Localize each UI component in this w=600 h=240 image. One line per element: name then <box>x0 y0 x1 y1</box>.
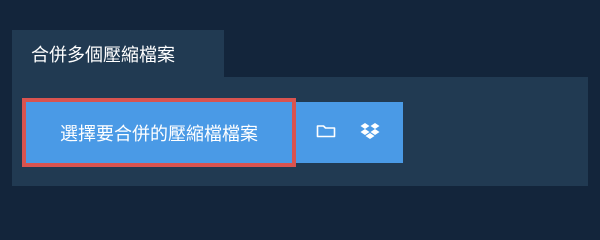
upload-source-bar <box>296 102 403 163</box>
folder-icon <box>316 123 336 143</box>
folder-button[interactable] <box>310 102 342 163</box>
dropbox-button[interactable] <box>354 102 386 163</box>
select-files-button[interactable]: 選擇要合併的壓縮檔檔案 <box>22 98 296 167</box>
dropbox-icon <box>360 122 380 144</box>
tab-merge-archives[interactable]: 合併多個壓縮檔案 <box>12 30 224 77</box>
tab-label: 合併多個壓縮檔案 <box>31 44 175 66</box>
select-files-label: 選擇要合併的壓縮檔檔案 <box>60 123 258 145</box>
